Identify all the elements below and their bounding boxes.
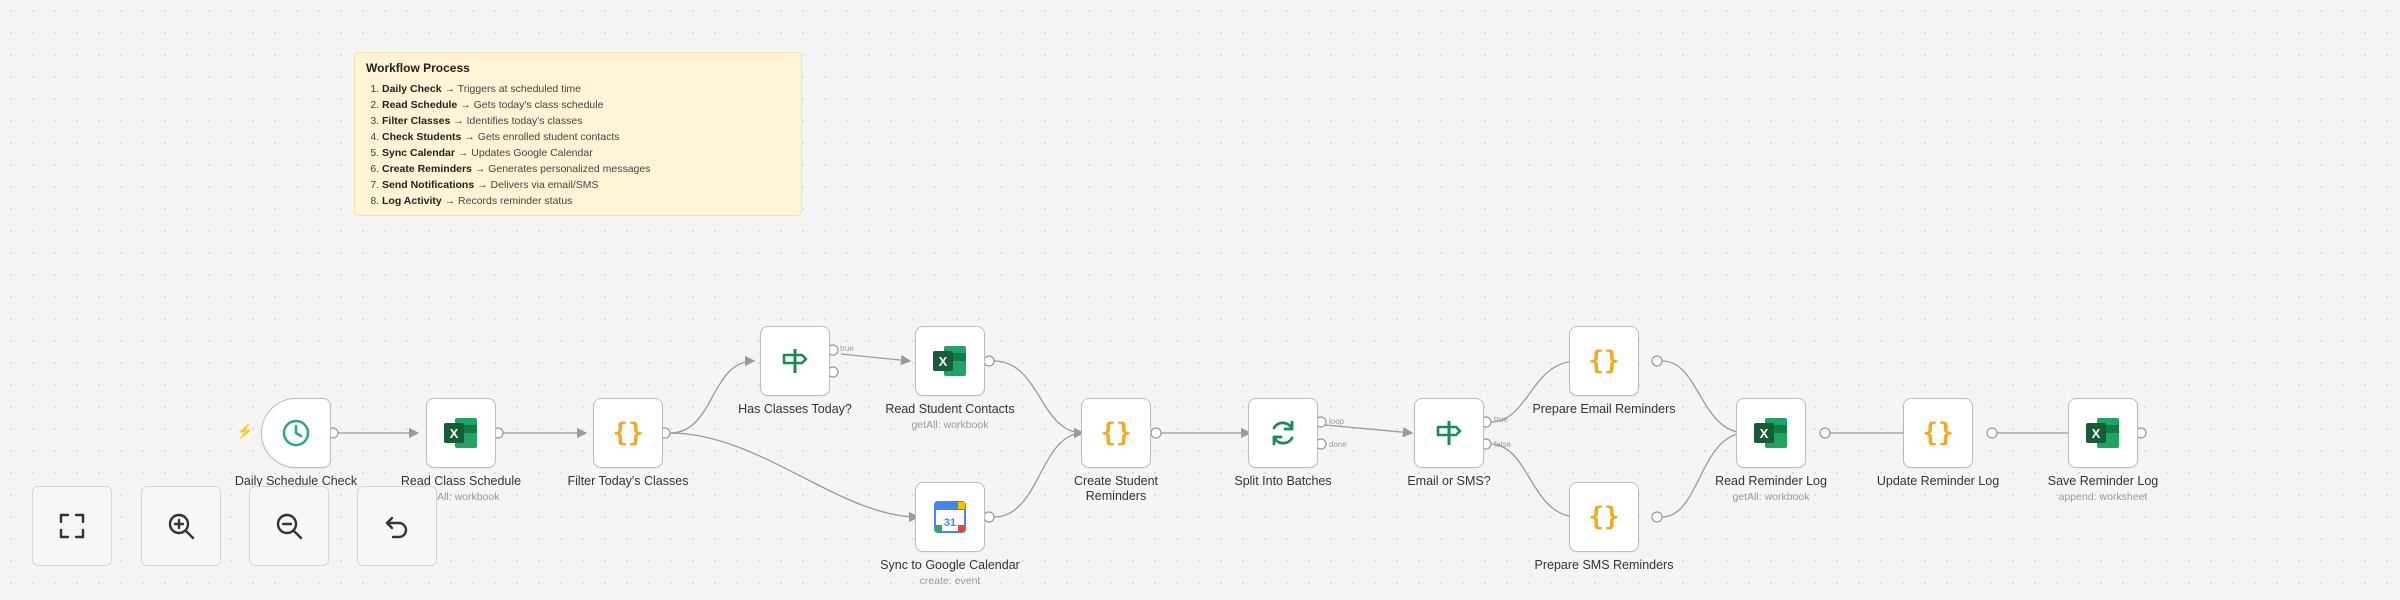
- code-braces-icon: {}: [1588, 502, 1620, 532]
- clock-icon: [282, 419, 310, 447]
- node-label: Email or SMS?: [1407, 474, 1491, 488]
- port-label-true: true: [840, 344, 854, 353]
- node-label: Create Student Reminders: [1073, 474, 1159, 503]
- node-filter-todays-classes[interactable]: {}: [593, 398, 663, 468]
- node-label: Read Reminder Log getAll: workbook: [1715, 474, 1827, 503]
- svg-text:X: X: [1760, 426, 1769, 441]
- code-braces-icon: {}: [1922, 418, 1954, 448]
- node-label: Sync to Google Calendar create: event: [880, 558, 1020, 587]
- node-read-reminder-log[interactable]: X: [1736, 398, 1806, 468]
- node-label: Update Reminder Log: [1876, 474, 2000, 488]
- code-braces-icon: {}: [612, 418, 644, 448]
- svg-text:X: X: [2092, 426, 2101, 441]
- edge: [1661, 360, 1748, 439]
- port-label-done: done: [1329, 440, 1347, 449]
- node-create-student-reminders[interactable]: {}: [1081, 398, 1151, 468]
- node-label: Has Classes Today?: [738, 402, 852, 416]
- node-prepare-sms-reminders[interactable]: {}: [1569, 482, 1639, 552]
- node-label: Filter Today's Classes: [567, 474, 689, 488]
- node-email-or-sms[interactable]: [1414, 398, 1484, 468]
- port-label-true: true: [1494, 415, 1508, 424]
- node-read-class-schedule[interactable]: X: [426, 398, 496, 468]
- node-has-classes-today[interactable]: [760, 326, 830, 396]
- code-braces-icon: {}: [1588, 346, 1620, 376]
- fullscreen-icon: [59, 513, 85, 539]
- reset-button[interactable]: [357, 486, 437, 566]
- node-prepare-email-reminders[interactable]: {}: [1569, 326, 1639, 396]
- edge: [1324, 424, 1414, 438]
- undo-icon: [385, 516, 408, 539]
- signpost-icon: [782, 349, 808, 373]
- google-calendar-icon: 31: [934, 501, 966, 533]
- zoom-out-icon: [276, 513, 303, 540]
- svg-text:X: X: [939, 354, 948, 369]
- node-sync-google-calendar[interactable]: 31: [915, 482, 985, 552]
- zoom-out-button[interactable]: [249, 486, 329, 566]
- node-read-student-contacts[interactable]: X: [915, 326, 985, 396]
- edge: [669, 355, 756, 434]
- excel-icon: X: [1754, 418, 1787, 448]
- refresh-icon: [1272, 420, 1294, 446]
- edge: [840, 353, 912, 366]
- fit-view-button[interactable]: [32, 486, 112, 566]
- trigger-bolt-icon: ⚡: [236, 423, 254, 439]
- signpost-icon: [1436, 421, 1462, 445]
- node-update-reminder-log[interactable]: {}: [1903, 398, 1973, 468]
- node-label: Read Student Contacts getAll: workbook: [885, 402, 1015, 431]
- zoom-in-icon: [168, 513, 195, 540]
- node-daily-schedule-check[interactable]: [261, 398, 331, 468]
- zoom-in-button[interactable]: [141, 486, 221, 566]
- node-save-reminder-log[interactable]: X: [2068, 398, 2138, 468]
- svg-text:31: 31: [944, 517, 956, 529]
- port-label-loop: loop: [1329, 417, 1345, 426]
- code-braces-icon: {}: [1100, 418, 1132, 448]
- node-label: Split Into Batches: [1234, 474, 1332, 488]
- port-label-false: false: [1494, 440, 1511, 449]
- svg-text:X: X: [450, 426, 459, 441]
- node-split-into-batches[interactable]: [1248, 398, 1318, 468]
- excel-icon: X: [933, 346, 966, 376]
- node-label: Save Reminder Log append: worksheet: [2047, 474, 2159, 503]
- excel-icon: X: [444, 418, 477, 448]
- node-label: Prepare Email Reminders: [1532, 402, 1676, 416]
- excel-icon: X: [2086, 418, 2119, 448]
- node-label: Prepare SMS Reminders: [1534, 558, 1674, 572]
